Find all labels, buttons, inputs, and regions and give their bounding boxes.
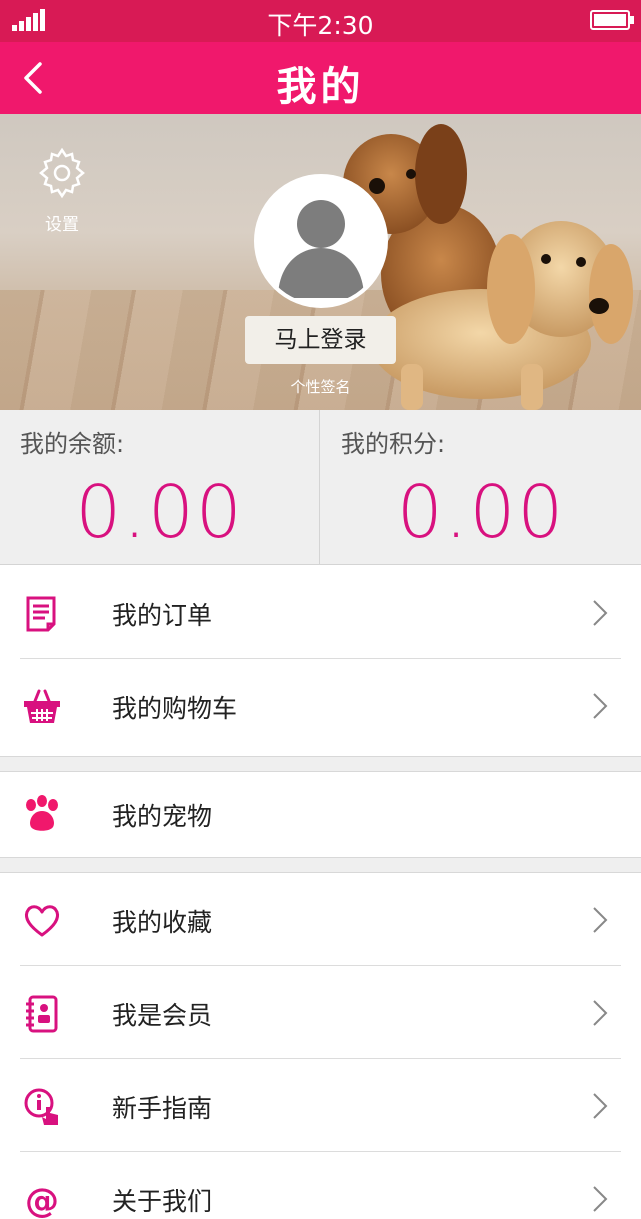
menu-item-guide[interactable]: 新手指南 bbox=[0, 1059, 641, 1152]
member-card-icon bbox=[26, 995, 58, 1033]
menu-group-shopping: 我的订单 我的购物车 bbox=[0, 566, 641, 752]
avatar[interactable] bbox=[254, 174, 388, 308]
settings-label: 设置 bbox=[45, 215, 79, 235]
section-separator bbox=[0, 756, 641, 772]
balance-value: 0.00 bbox=[75, 470, 244, 554]
menu-group-account: 我的收藏 我是会员 新手指南 @ 关于我们 bbox=[0, 873, 641, 1219]
section-separator bbox=[0, 857, 641, 873]
chevron-right-icon bbox=[593, 907, 608, 933]
menu-label-guide: 新手指南 bbox=[112, 1094, 213, 1123]
menu-label-about: 关于我们 bbox=[112, 1187, 213, 1216]
chevron-right-icon bbox=[593, 1186, 608, 1212]
menu-item-member[interactable]: 我是会员 bbox=[0, 966, 641, 1059]
menu-label-cart: 我的购物车 bbox=[112, 694, 238, 723]
user-icon bbox=[278, 200, 364, 298]
chevron-right-icon bbox=[593, 1000, 608, 1026]
balance-panel[interactable]: 我的余额: 0.00 bbox=[0, 410, 320, 565]
points-label: 我的积分: bbox=[341, 430, 446, 458]
svg-text:@: @ bbox=[25, 1181, 59, 1219]
nav-bar: 我的 bbox=[0, 42, 641, 114]
page-title: 我的 bbox=[276, 64, 365, 110]
at-sign-icon: @ bbox=[25, 1181, 59, 1219]
points-value: 0.00 bbox=[396, 470, 566, 554]
status-time: 下午2:30 bbox=[267, 11, 374, 40]
menu-item-orders[interactable]: 我的订单 bbox=[0, 566, 641, 659]
menu-item-about[interactable]: @ 关于我们 bbox=[0, 1152, 641, 1219]
battery-icon bbox=[590, 10, 634, 30]
account-stats: 我的余额: 0.00 我的积分: 0.00 bbox=[0, 410, 641, 565]
signature-text[interactable]: 个性签名 bbox=[0, 376, 641, 397]
login-button[interactable]: 马上登录 bbox=[245, 316, 396, 364]
points-panel[interactable]: 我的积分: 0.00 bbox=[321, 410, 641, 565]
profile-header: 设置 马上登录 个性签名 bbox=[0, 114, 641, 410]
chevron-right-icon bbox=[593, 693, 608, 719]
gear-icon bbox=[39, 147, 85, 199]
menu-item-cart[interactable]: 我的购物车 bbox=[0, 659, 641, 752]
info-touch-icon bbox=[24, 1088, 58, 1125]
settings-button[interactable]: 设置 bbox=[30, 146, 94, 235]
basket-icon bbox=[24, 689, 60, 723]
status-bar: 下午2:30 bbox=[0, 0, 641, 42]
chevron-right-icon bbox=[593, 600, 608, 626]
menu-label-pets: 我的宠物 bbox=[112, 802, 213, 831]
chevron-right-icon bbox=[593, 1093, 608, 1119]
menu-label-orders: 我的订单 bbox=[112, 601, 213, 630]
menu-label-member: 我是会员 bbox=[112, 1001, 213, 1030]
menu-label-favorites: 我的收藏 bbox=[112, 908, 213, 937]
paw-icon bbox=[26, 795, 58, 831]
menu-item-pets[interactable]: 我的宠物 bbox=[0, 772, 641, 857]
heart-icon bbox=[24, 905, 60, 937]
menu-group-pets: 我的宠物 bbox=[0, 772, 641, 857]
balance-label: 我的余额: bbox=[20, 430, 125, 458]
document-icon bbox=[26, 596, 56, 632]
menu-item-favorites[interactable]: 我的收藏 bbox=[0, 873, 641, 966]
